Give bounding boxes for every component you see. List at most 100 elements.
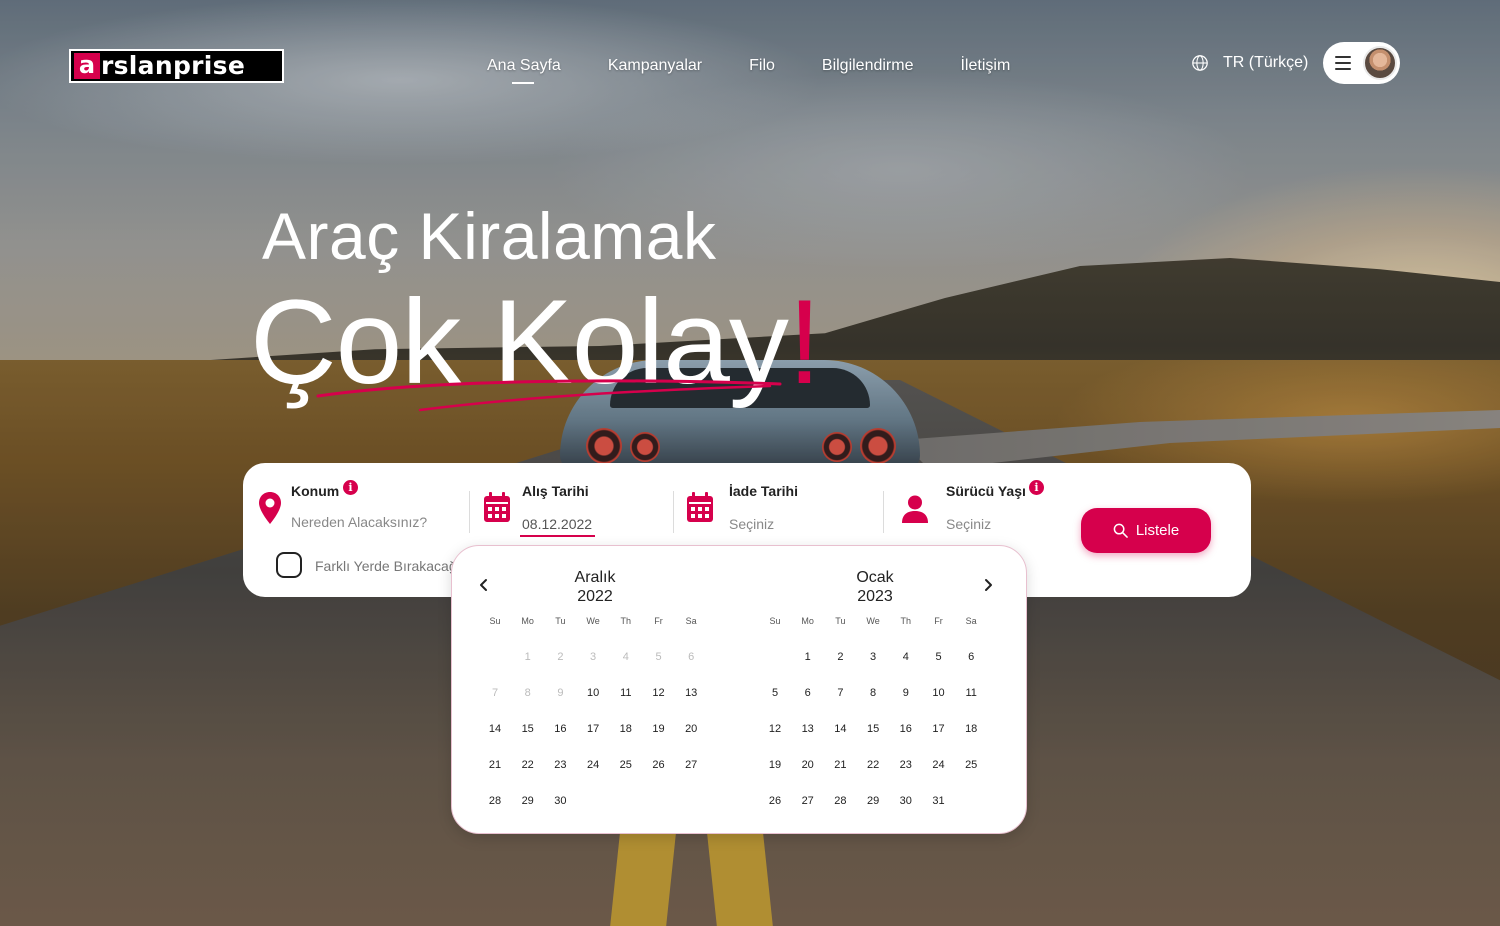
nav-item-campaigns[interactable]: Kampanyalar bbox=[608, 56, 702, 78]
weekday-label: Sa bbox=[965, 616, 977, 626]
logo-mark: a bbox=[74, 53, 100, 79]
calendar-day[interactable]: 10 bbox=[924, 687, 954, 699]
calendar-day[interactable]: 18 bbox=[611, 723, 641, 735]
calendar-day[interactable]: 5 bbox=[760, 687, 790, 699]
calendar-day[interactable]: 2 bbox=[825, 651, 855, 663]
calendar-day[interactable]: 25 bbox=[956, 759, 986, 771]
brand-logo[interactable]: a rslanprise bbox=[69, 49, 284, 83]
driver-age-input[interactable]: Seçiniz bbox=[946, 516, 991, 532]
nav-item-info[interactable]: Bilgilendirme bbox=[822, 56, 914, 78]
calendar-day[interactable]: 6 bbox=[956, 651, 986, 663]
calendar-day[interactable]: 26 bbox=[644, 759, 674, 771]
calendar-day[interactable]: 14 bbox=[825, 723, 855, 735]
return-date-label: İade Tarihi bbox=[729, 483, 798, 499]
nav-item-fleet[interactable]: Filo bbox=[749, 56, 775, 78]
calendar-day[interactable]: 21 bbox=[480, 759, 510, 771]
calendar-day[interactable]: 24 bbox=[924, 759, 954, 771]
calendar-day[interactable]: 9 bbox=[891, 687, 921, 699]
pickup-date-label: Alış Tarihi bbox=[522, 483, 589, 499]
calendar-day[interactable]: 19 bbox=[644, 723, 674, 735]
calendar-day[interactable]: 21 bbox=[825, 759, 855, 771]
hero-exclamation: ! bbox=[787, 275, 821, 409]
calendar-day[interactable]: 16 bbox=[891, 723, 921, 735]
weekday-header: Su Mo Tu We Th Fr Sa bbox=[745, 616, 1005, 628]
return-date-input[interactable]: Seçiniz bbox=[729, 516, 774, 532]
calendar-day[interactable]: 11 bbox=[611, 687, 641, 699]
calendar-day[interactable]: 27 bbox=[676, 759, 706, 771]
calendar-day[interactable]: 27 bbox=[793, 795, 823, 807]
search-button[interactable]: Listele bbox=[1081, 508, 1211, 553]
calendar-day[interactable]: 22 bbox=[513, 759, 543, 771]
month-title: Ocak 2023 bbox=[745, 568, 1005, 606]
calendar-day[interactable]: 29 bbox=[858, 795, 888, 807]
nav-item-contact[interactable]: İletişim bbox=[960, 56, 1010, 78]
calendar-day[interactable]: 3 bbox=[858, 651, 888, 663]
calendar-day[interactable]: 5 bbox=[924, 651, 954, 663]
calendar-day[interactable]: 1 bbox=[793, 651, 823, 663]
calendar-day[interactable]: 10 bbox=[578, 687, 608, 699]
calendar-day[interactable]: 17 bbox=[924, 723, 954, 735]
calendar-day[interactable]: 29 bbox=[513, 795, 543, 807]
calendar-day[interactable]: 28 bbox=[480, 795, 510, 807]
calendar-day: 2 bbox=[557, 651, 564, 663]
pickup-date-input[interactable]: 08.12.2022 bbox=[522, 516, 592, 532]
calendar-day[interactable]: 25 bbox=[611, 759, 641, 771]
calendar-day: 9 bbox=[557, 687, 564, 699]
calendar-day[interactable]: 23 bbox=[891, 759, 921, 771]
calendar-day[interactable]: 6 bbox=[793, 687, 823, 699]
globe-icon bbox=[1192, 55, 1208, 71]
user-avatar bbox=[1363, 46, 1397, 80]
calendar-day[interactable]: 20 bbox=[793, 759, 823, 771]
calendar-day[interactable]: 15 bbox=[858, 723, 888, 735]
calendar-day[interactable]: 26 bbox=[760, 795, 790, 807]
calendar-day[interactable]: 14 bbox=[480, 723, 510, 735]
user-menu-button[interactable] bbox=[1323, 42, 1400, 84]
calendar-day: 1 bbox=[524, 651, 531, 663]
calendar-day[interactable]: 15 bbox=[513, 723, 543, 735]
calendar-day[interactable]: 16 bbox=[545, 723, 575, 735]
calendar-day[interactable]: 30 bbox=[891, 795, 921, 807]
calendar-day[interactable]: 31 bbox=[924, 795, 954, 807]
different-dropoff-label: Farklı Yerde Bırakacağım bbox=[315, 558, 473, 574]
language-selector[interactable]: TR (Türkçe) bbox=[1191, 54, 1308, 72]
calendar-day[interactable]: 23 bbox=[545, 759, 575, 771]
calendar-day[interactable]: 12 bbox=[760, 723, 790, 735]
calendar-day[interactable]: 19 bbox=[760, 759, 790, 771]
map-pin-icon bbox=[259, 492, 281, 524]
info-icon[interactable]: i bbox=[343, 480, 358, 495]
location-label: Konum bbox=[291, 483, 340, 499]
calendar-day: 6 bbox=[688, 651, 695, 663]
calendar-day[interactable]: 22 bbox=[858, 759, 888, 771]
calendar-day[interactable]: 8 bbox=[858, 687, 888, 699]
calendar-day[interactable]: 13 bbox=[793, 723, 823, 735]
weekday-label: Fr bbox=[934, 616, 943, 626]
calendar-day[interactable]: 13 bbox=[676, 687, 706, 699]
user-icon bbox=[902, 495, 928, 523]
underline-swoosh bbox=[316, 379, 782, 412]
nav-item-home[interactable]: Ana Sayfa bbox=[487, 56, 561, 84]
weekday-label: Th bbox=[620, 616, 632, 626]
calendar-day[interactable]: 11 bbox=[956, 687, 986, 699]
calendar-day[interactable]: 30 bbox=[545, 795, 575, 807]
calendar-day[interactable]: 17 bbox=[578, 723, 608, 735]
calendar-day: 5 bbox=[655, 651, 662, 663]
calendar-icon bbox=[484, 492, 510, 522]
calendar-day[interactable]: 18 bbox=[956, 723, 986, 735]
calendar-day[interactable]: 4 bbox=[891, 651, 921, 663]
weekday-label: Su bbox=[769, 616, 781, 626]
month-name: Aralık bbox=[574, 569, 616, 586]
month-name: Ocak bbox=[856, 569, 894, 586]
divider bbox=[469, 491, 470, 533]
calendar-day[interactable]: 28 bbox=[825, 795, 855, 807]
weekday-label: Th bbox=[900, 616, 912, 626]
weekday-label: Mo bbox=[521, 616, 534, 626]
calendar-day[interactable]: 12 bbox=[644, 687, 674, 699]
driver-age-label: Sürücü Yaşı bbox=[946, 483, 1026, 499]
different-dropoff-checkbox[interactable] bbox=[276, 552, 302, 578]
calendar-day[interactable]: 20 bbox=[676, 723, 706, 735]
info-icon[interactable]: i bbox=[1029, 480, 1044, 495]
calendar-day: 8 bbox=[524, 687, 531, 699]
calendar-day[interactable]: 7 bbox=[825, 687, 855, 699]
location-input[interactable]: Nereden Alacaksınız? bbox=[291, 514, 427, 530]
calendar-day[interactable]: 24 bbox=[578, 759, 608, 771]
